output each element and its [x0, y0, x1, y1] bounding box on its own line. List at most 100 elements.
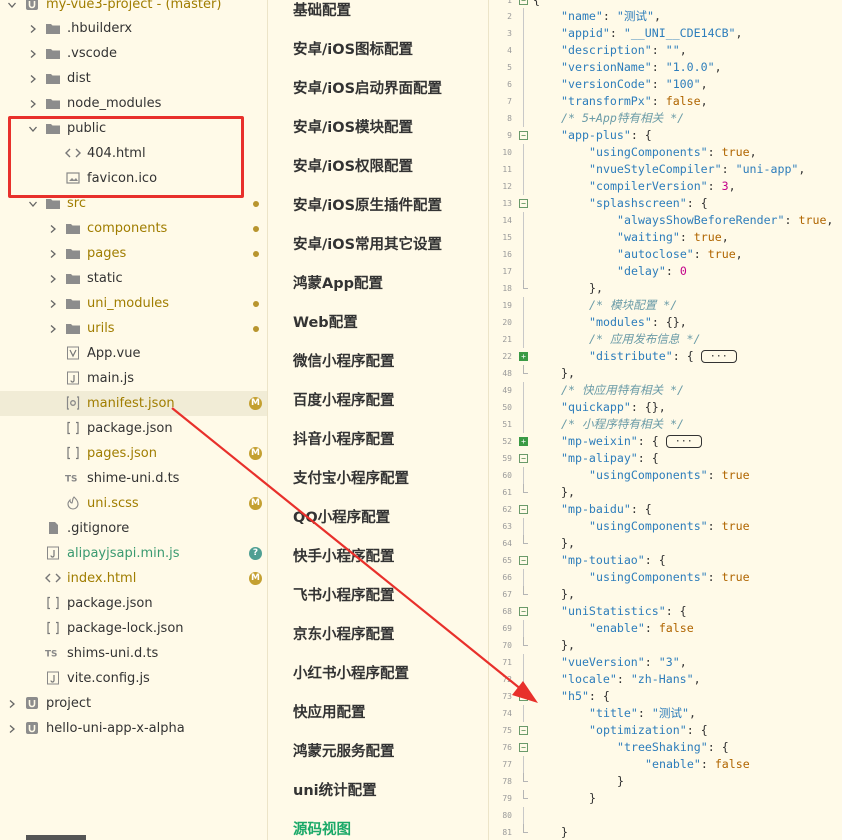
- chevron-right-icon[interactable]: [27, 73, 39, 85]
- code-line[interactable]: 71 "vueVersion": "3",: [489, 654, 842, 671]
- code-line[interactable]: 67},: [489, 586, 842, 603]
- code-line[interactable]: 59− "mp-alipay": {: [489, 450, 842, 467]
- chevron-right-icon[interactable]: [27, 48, 39, 60]
- nav-item[interactable]: 安卓/iOS原生插件配置: [293, 196, 442, 216]
- tree-item[interactable]: TS shims-uni.d.ts: [0, 641, 267, 666]
- code-line[interactable]: 5 "versionName": "1.0.0",: [489, 59, 842, 76]
- code-line[interactable]: 74 "title": "测试",: [489, 705, 842, 722]
- tree-item[interactable]: pages: [0, 241, 267, 266]
- tree-item[interactable]: App.vue: [0, 341, 267, 366]
- chevron-right-icon[interactable]: [47, 273, 59, 285]
- tree-item[interactable]: package.json: [0, 416, 267, 441]
- fold-collapse-icon[interactable]: −: [519, 0, 528, 5]
- fold-collapse-icon[interactable]: −: [519, 505, 528, 514]
- code-line[interactable]: 72 "locale": "zh-Hans",: [489, 671, 842, 688]
- chevron-down-icon[interactable]: [6, 0, 18, 11]
- code-line[interactable]: 3 "appid": "__UNI__CDE14CB",: [489, 25, 842, 42]
- chevron-right-icon[interactable]: [47, 323, 59, 335]
- code-line[interactable]: 18},: [489, 280, 842, 297]
- code-line[interactable]: 73− "h5": {: [489, 688, 842, 705]
- tree-item[interactable]: index.html M: [0, 566, 267, 591]
- code-line[interactable]: 7 "transformPx": false,: [489, 93, 842, 110]
- fold-collapse-icon[interactable]: −: [519, 743, 528, 752]
- nav-item[interactable]: Web配置: [293, 313, 358, 333]
- tree-item[interactable]: vite.config.js: [0, 666, 267, 691]
- code-line[interactable]: 6 "versionCode": "100",: [489, 76, 842, 93]
- code-line[interactable]: 79}: [489, 790, 842, 807]
- chevron-right-icon[interactable]: [6, 698, 18, 710]
- nav-item[interactable]: 抖音小程序配置: [293, 430, 395, 450]
- code-line[interactable]: 19 /* 模块配置 */: [489, 297, 842, 314]
- nav-item[interactable]: 支付宝小程序配置: [293, 469, 409, 489]
- tree-item[interactable]: manifest.json M: [0, 391, 267, 416]
- code-line[interactable]: 10 "usingComponents": true,: [489, 144, 842, 161]
- fold-expand-icon[interactable]: +: [519, 352, 528, 361]
- chevron-right-icon[interactable]: [27, 98, 39, 110]
- nav-item[interactable]: 安卓/iOS权限配置: [293, 157, 413, 177]
- code-line[interactable]: 20 "modules": {},: [489, 314, 842, 331]
- nav-item[interactable]: 基础配置: [293, 1, 351, 21]
- code-line[interactable]: 4 "description": "",: [489, 42, 842, 59]
- nav-item[interactable]: QQ小程序配置: [293, 508, 390, 528]
- nav-item[interactable]: 小红书小程序配置: [293, 664, 409, 684]
- code-line[interactable]: 9− "app-plus": {: [489, 127, 842, 144]
- code-line[interactable]: 14 "alwaysShowBeforeRender": true,: [489, 212, 842, 229]
- code-line[interactable]: 64},: [489, 535, 842, 552]
- nav-item[interactable]: 京东小程序配置: [293, 625, 395, 645]
- tree-item[interactable]: dist: [0, 66, 267, 91]
- tree-item[interactable]: node_modules: [0, 91, 267, 116]
- code-line[interactable]: 75− "optimization": {: [489, 722, 842, 739]
- tree-item[interactable]: alipayjsapi.min.js?: [0, 541, 267, 566]
- code-line[interactable]: 15 "waiting": true,: [489, 229, 842, 246]
- code-line[interactable]: 51 /* 小程序特有相关 */: [489, 416, 842, 433]
- chevron-right-icon[interactable]: [47, 298, 59, 310]
- nav-item[interactable]: uni统计配置: [293, 781, 377, 801]
- code-line[interactable]: 70},: [489, 637, 842, 654]
- tree-item[interactable]: components: [0, 216, 267, 241]
- code-line[interactable]: 62− "mp-baidu": {: [489, 501, 842, 518]
- nav-item[interactable]: 微信小程序配置: [293, 352, 395, 372]
- folded-region-button[interactable]: ···: [700, 350, 737, 363]
- fold-collapse-icon[interactable]: −: [519, 607, 528, 616]
- fold-collapse-icon[interactable]: −: [519, 199, 528, 208]
- code-line[interactable]: 81}: [489, 824, 842, 840]
- tree-item[interactable]: main.js: [0, 366, 267, 391]
- tree-item[interactable]: package.json: [0, 591, 267, 616]
- nav-item[interactable]: 安卓/iOS启动界面配置: [293, 79, 442, 99]
- tree-item[interactable]: .gitignore: [0, 516, 267, 541]
- tree-item[interactable]: project: [0, 691, 267, 716]
- code-line[interactable]: 8 /* 5+App特有相关 */: [489, 110, 842, 127]
- code-line[interactable]: 77 "enable": false: [489, 756, 842, 773]
- tree-item[interactable]: uni.scss M: [0, 491, 267, 516]
- code-line[interactable]: 68− "uniStatistics": {: [489, 603, 842, 620]
- code-line[interactable]: 50 "quickapp": {},: [489, 399, 842, 416]
- code-line[interactable]: 60 "usingComponents": true: [489, 467, 842, 484]
- code-line[interactable]: 22 + "distribute": { ···: [489, 348, 842, 365]
- tree-item[interactable]: .hbuilderx: [0, 16, 267, 41]
- fold-collapse-icon[interactable]: −: [519, 692, 528, 701]
- fold-collapse-icon[interactable]: −: [519, 454, 528, 463]
- nav-item-source-view[interactable]: 源码视图: [293, 820, 351, 840]
- code-line[interactable]: 13− "splashscreen": {: [489, 195, 842, 212]
- code-line[interactable]: 61},: [489, 484, 842, 501]
- code-line[interactable]: 69 "enable": false: [489, 620, 842, 637]
- code-line[interactable]: 52 + "mp-weixin": { ···: [489, 433, 842, 450]
- tree-item[interactable]: static: [0, 266, 267, 291]
- code-line[interactable]: 12 "compilerVersion": 3,: [489, 178, 842, 195]
- nav-item[interactable]: 安卓/iOS图标配置: [293, 40, 413, 60]
- tree-item[interactable]: pages.json M: [0, 441, 267, 466]
- tree-item[interactable]: package-lock.json: [0, 616, 267, 641]
- code-line[interactable]: 78}: [489, 773, 842, 790]
- chevron-down-icon[interactable]: [27, 198, 39, 210]
- code-line[interactable]: 2 "name": "测试",: [489, 8, 842, 25]
- nav-item[interactable]: 安卓/iOS常用其它设置: [293, 235, 442, 255]
- fold-collapse-icon[interactable]: −: [519, 556, 528, 565]
- code-editor[interactable]: 1−{2 "name": "测试", 3 "appid": "__UNI__CDE14…: [488, 0, 842, 840]
- chevron-right-icon[interactable]: [47, 248, 59, 260]
- nav-item[interactable]: 飞书小程序配置: [293, 586, 395, 606]
- fold-collapse-icon[interactable]: −: [519, 726, 528, 735]
- code-line[interactable]: 49 /* 快应用特有相关 */: [489, 382, 842, 399]
- code-line[interactable]: 48},: [489, 365, 842, 382]
- tree-item[interactable]: hello-uni-app-x-alpha: [0, 716, 267, 741]
- tree-item[interactable]: my-vue3-project - (master): [0, 0, 267, 17]
